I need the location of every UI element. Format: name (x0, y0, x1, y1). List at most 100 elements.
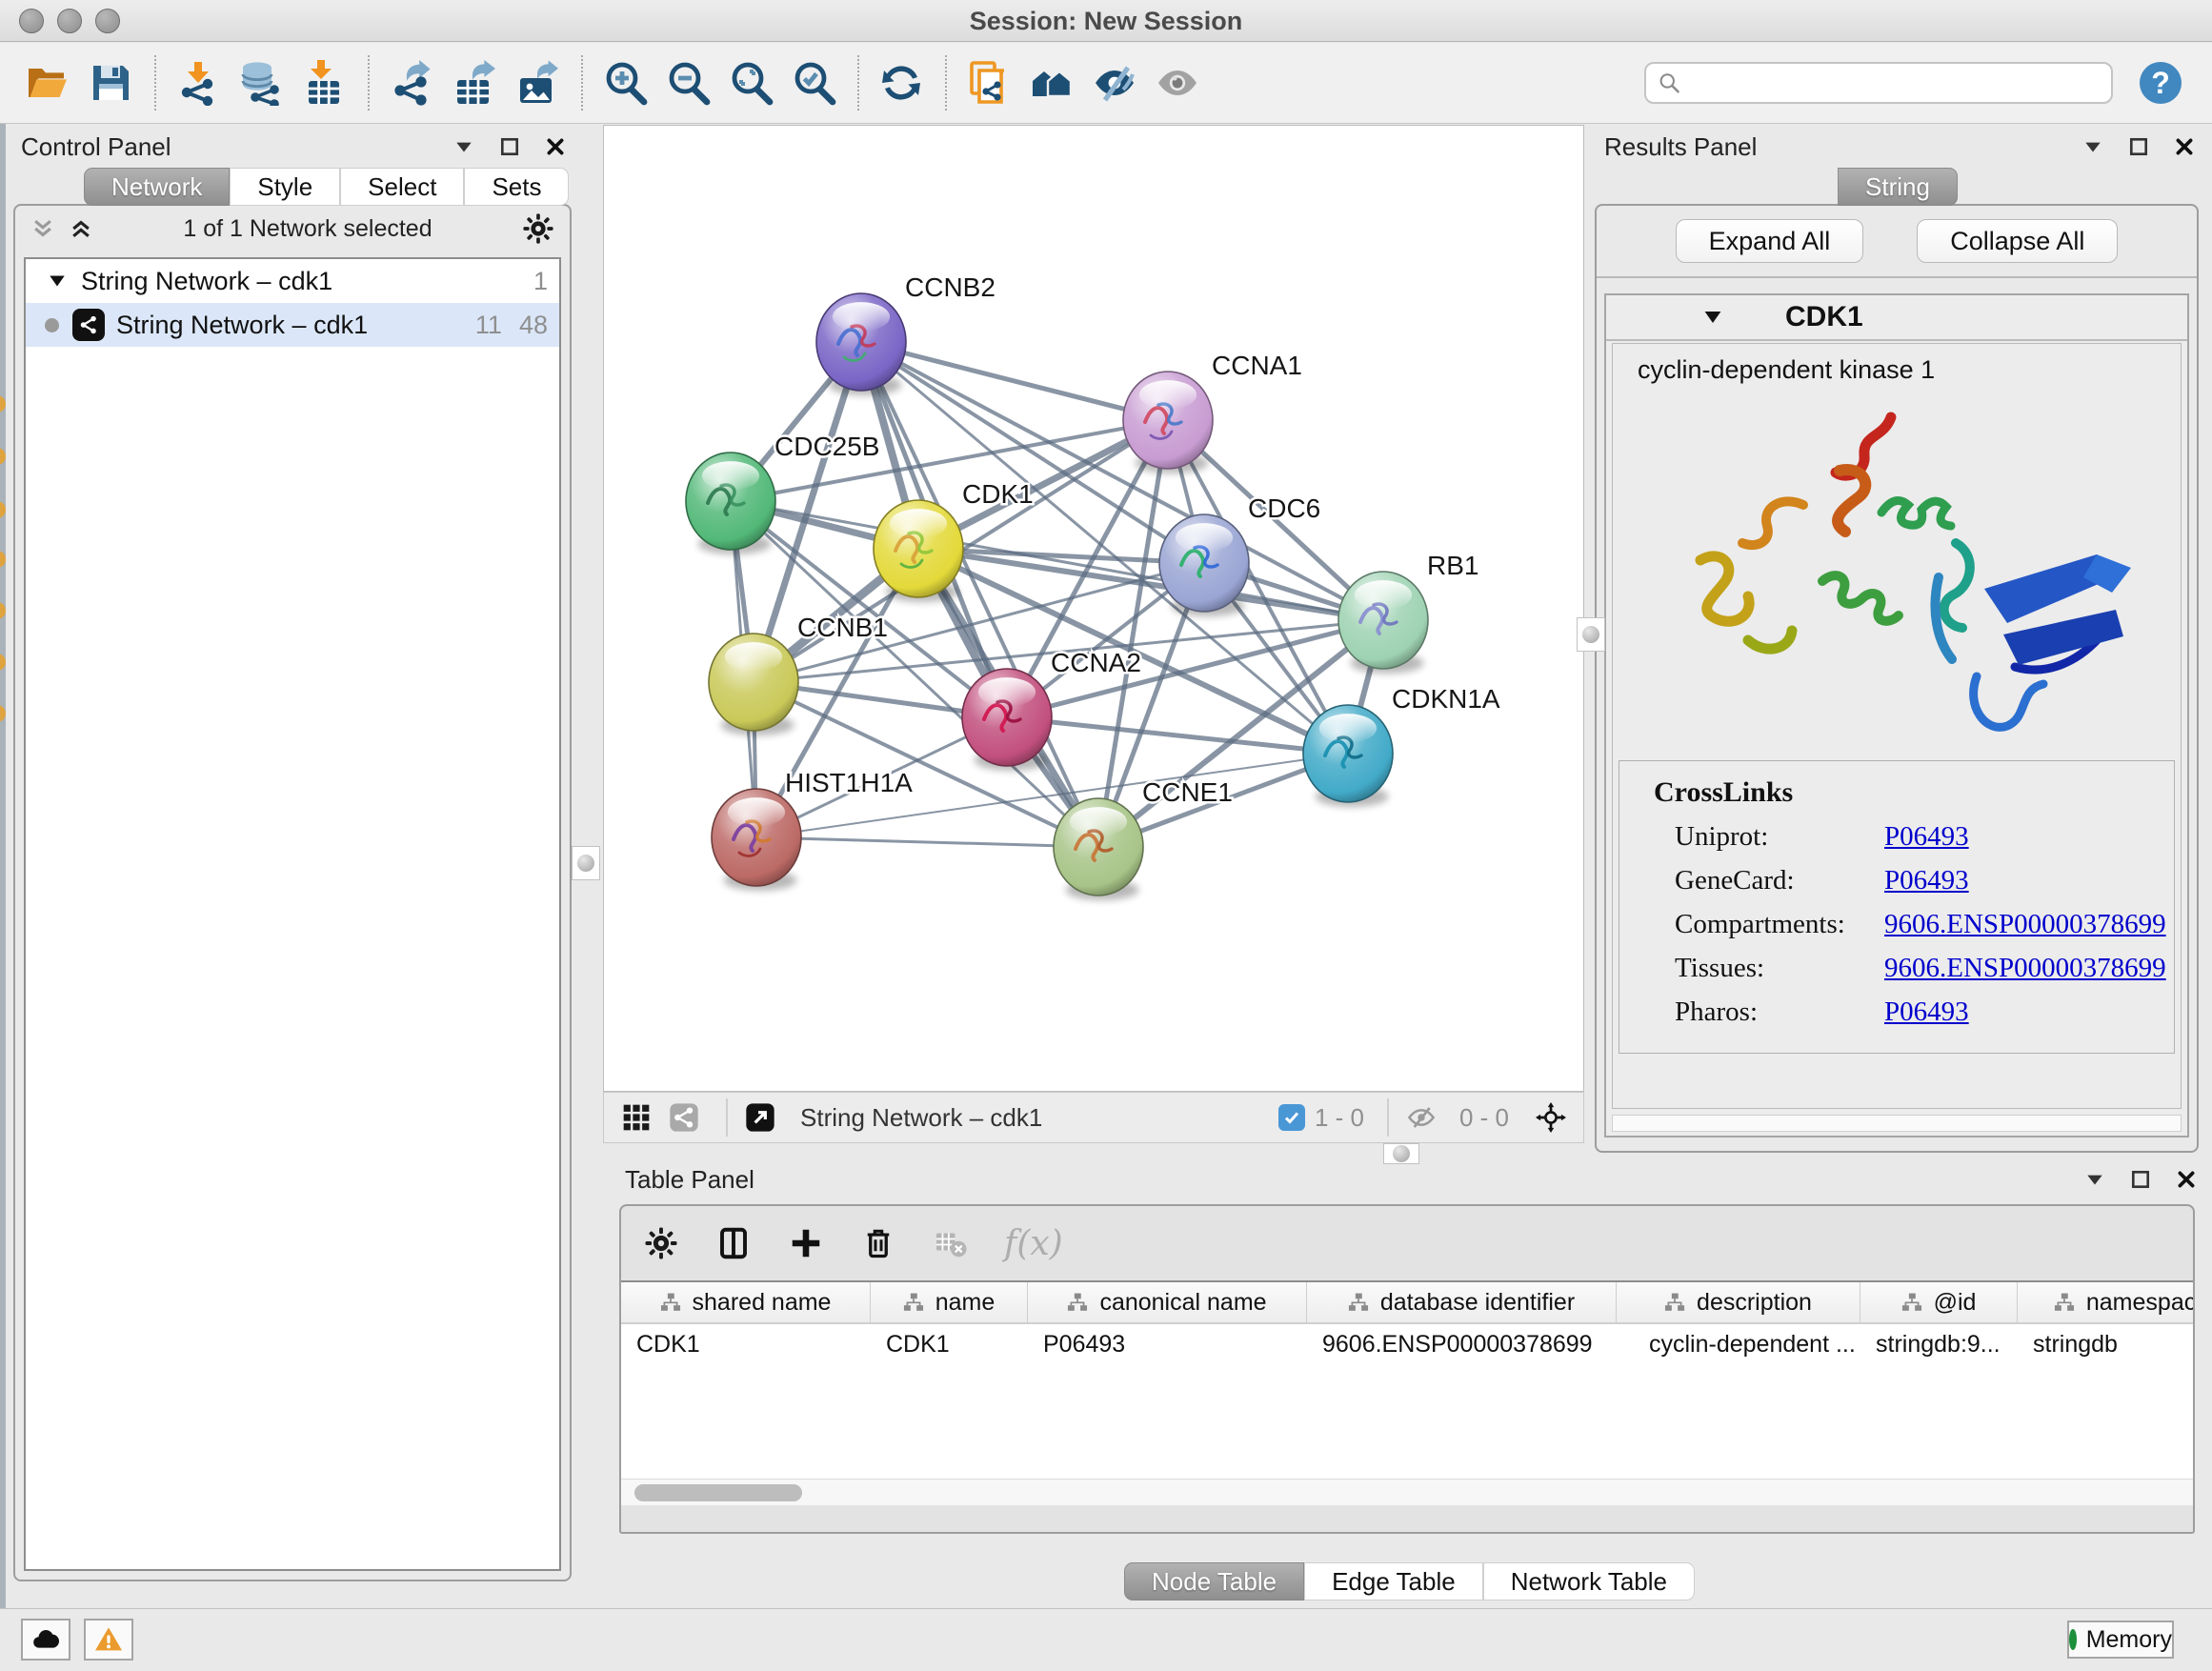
table-options-gear-icon[interactable] (642, 1224, 680, 1262)
network-collection-row[interactable]: String Network – cdk1 1 (26, 259, 559, 303)
panel-menu-icon[interactable] (453, 136, 474, 157)
close-window-button[interactable] (19, 9, 44, 33)
tree-expander-icon[interactable] (47, 271, 68, 292)
table-row[interactable]: CDK1CDK1P064939606.ENSP00000378699cyclin… (621, 1324, 2193, 1366)
column-header[interactable]: canonical name (1028, 1282, 1307, 1322)
network-edge[interactable] (1007, 717, 1348, 754)
network-node[interactable] (962, 669, 1052, 771)
network-node[interactable] (1123, 372, 1213, 473)
network-node[interactable] (1338, 572, 1428, 674)
network-node[interactable] (1159, 514, 1249, 616)
bottom-splitter-handle[interactable] (1383, 1143, 1419, 1164)
column-header[interactable]: @id (1860, 1282, 2018, 1322)
search-input[interactable] (1681, 70, 2100, 96)
network-row[interactable]: String Network – cdk1 11 48 (26, 303, 559, 347)
export-table-button[interactable] (448, 54, 501, 111)
export-network-button[interactable] (385, 54, 438, 111)
close-panel-icon[interactable] (2176, 1169, 2197, 1190)
hide-selected-button[interactable] (1088, 54, 1141, 111)
node-result-header[interactable]: CDK1 (1606, 295, 2187, 341)
warning-status-button[interactable] (84, 1619, 133, 1661)
tab-select[interactable]: Select (340, 168, 464, 206)
zoom-fit-button[interactable] (724, 54, 777, 111)
show-all-button[interactable] (1151, 54, 1204, 111)
table-cell[interactable]: cyclin-dependent ... (1617, 1324, 1860, 1366)
fit-content-crosshair-icon[interactable] (1532, 1098, 1570, 1137)
float-panel-icon[interactable] (2130, 1169, 2151, 1190)
expand-all-icon[interactable] (69, 216, 93, 241)
tab-style[interactable]: Style (230, 168, 340, 206)
collapse-all-button[interactable]: Collapse All (1917, 219, 2118, 263)
close-panel-icon[interactable] (545, 136, 566, 157)
left-splitter-handle[interactable] (572, 846, 600, 880)
save-session-button[interactable] (84, 54, 137, 111)
tab-string[interactable]: String (1838, 168, 1958, 206)
network-share-icon[interactable] (665, 1098, 703, 1137)
panel-menu-icon[interactable] (2084, 1169, 2105, 1190)
network-node[interactable] (709, 634, 798, 735)
tab-edge-table[interactable]: Edge Table (1304, 1562, 1483, 1601)
collapse-all-icon[interactable] (30, 216, 55, 241)
birdseye-grid-icon[interactable] (617, 1098, 655, 1137)
network-node[interactable] (1303, 705, 1393, 807)
column-header[interactable]: database identifier (1307, 1282, 1617, 1322)
zoom-in-button[interactable] (598, 54, 652, 111)
expand-all-button[interactable]: Expand All (1676, 219, 1864, 263)
collapse-entry-icon[interactable] (1701, 306, 1724, 329)
table-cell[interactable]: 9606.ENSP00000378699 (1307, 1324, 1617, 1366)
tab-network[interactable]: Network (84, 168, 230, 206)
network-node[interactable] (1054, 798, 1143, 900)
tab-network-table[interactable]: Network Table (1483, 1562, 1695, 1601)
apply-layout-button[interactable] (875, 54, 928, 111)
network-canvas[interactable]: CCNB2CCNA1CDC25BCDK1CDC6RB1CCNB1CCNA2CDK… (603, 125, 1584, 1092)
zoom-out-button[interactable] (661, 54, 714, 111)
right-splitter-handle[interactable] (1577, 617, 1605, 652)
import-table-from-file-button[interactable] (297, 54, 351, 111)
crosslink-link[interactable]: P06493 (1884, 865, 1969, 896)
float-panel-icon[interactable] (2128, 136, 2149, 157)
zoom-selected-button[interactable] (787, 54, 840, 111)
network-options-gear-icon[interactable] (522, 212, 554, 245)
zoom-window-button[interactable] (95, 9, 120, 33)
results-scroll-track[interactable] (1612, 1115, 2182, 1132)
table-cell[interactable]: CDK1 (871, 1324, 1028, 1366)
network-node[interactable] (712, 789, 801, 891)
add-column-icon[interactable] (787, 1224, 825, 1262)
delete-column-icon[interactable] (859, 1224, 897, 1262)
network-edge[interactable] (756, 837, 1098, 847)
tab-sets[interactable]: Sets (464, 168, 569, 206)
tab-node-table[interactable]: Node Table (1124, 1562, 1304, 1601)
open-in-window-icon[interactable] (741, 1098, 779, 1137)
crosslink-link[interactable]: 9606.ENSP00000378699 (1884, 953, 2166, 984)
import-network-from-database-button[interactable] (234, 54, 288, 111)
column-header[interactable]: shared name (621, 1282, 871, 1322)
network-node[interactable] (874, 500, 963, 602)
close-panel-icon[interactable] (2174, 136, 2195, 157)
column-header[interactable]: description (1617, 1282, 1860, 1322)
column-header[interactable]: namespace (2018, 1282, 2193, 1322)
crosslink-link[interactable]: P06493 (1884, 997, 1969, 1028)
help-button[interactable]: ? (2138, 60, 2183, 106)
table-horizontal-scrollbar[interactable] (621, 1479, 2193, 1505)
crosslink-link[interactable]: P06493 (1884, 821, 1969, 853)
table-cell[interactable]: stringdb (2018, 1324, 2193, 1366)
export-image-button[interactable] (511, 54, 564, 111)
first-neighbors-button[interactable] (1025, 54, 1078, 111)
network-node[interactable] (686, 453, 775, 554)
memory-button[interactable]: Memory (2067, 1621, 2174, 1659)
cloud-status-button[interactable] (21, 1619, 70, 1661)
column-header[interactable]: name (871, 1282, 1028, 1322)
crosslink-link[interactable]: 9606.ENSP00000378699 (1884, 909, 2166, 940)
float-panel-icon[interactable] (499, 136, 520, 157)
open-session-button[interactable] (21, 54, 74, 111)
table-cell[interactable]: stringdb:9... (1860, 1324, 2018, 1366)
table-cell[interactable]: P06493 (1028, 1324, 1307, 1366)
minimize-window-button[interactable] (57, 9, 82, 33)
selected-indicator-checkbox[interactable] (1278, 1104, 1305, 1131)
import-network-from-file-button[interactable] (171, 54, 225, 111)
panel-menu-icon[interactable] (2082, 136, 2103, 157)
new-network-from-selection-button[interactable] (962, 54, 1016, 111)
show-columns-icon[interactable] (714, 1224, 753, 1262)
scrollbar-thumb[interactable] (634, 1484, 802, 1501)
table-cell[interactable]: CDK1 (621, 1324, 871, 1366)
